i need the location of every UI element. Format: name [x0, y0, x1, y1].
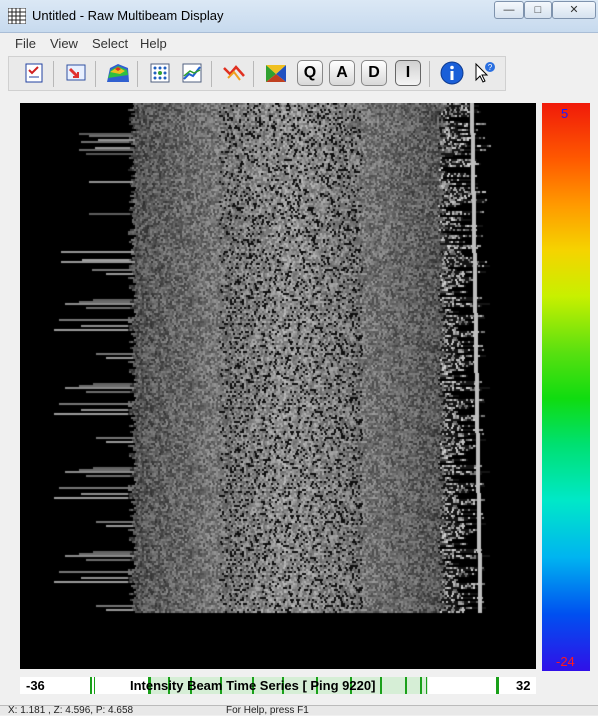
- grid-icon[interactable]: [147, 60, 173, 86]
- menu-file[interactable]: File: [15, 36, 36, 51]
- tracking-icon[interactable]: [221, 60, 247, 86]
- window-title: Untitled - Raw Multibeam Display: [32, 8, 224, 23]
- import-icon[interactable]: [63, 60, 89, 86]
- menu-bar: File View Select Help: [0, 33, 598, 53]
- intensity-image: [20, 103, 536, 669]
- title-bar: Untitled - Raw Multibeam Display — □ ✕: [0, 0, 598, 33]
- profile-chart-icon[interactable]: [179, 60, 205, 86]
- scale-max-label: 5: [561, 106, 569, 121]
- app-grid-icon: [8, 8, 26, 24]
- scale-min-label: -24: [556, 654, 575, 669]
- display-title: Intensity Beam Time Series [ Ping 9220]: [130, 678, 376, 693]
- pointer-help-icon[interactable]: ?: [471, 60, 497, 86]
- maximize-button[interactable]: □: [524, 1, 552, 19]
- minimize-button[interactable]: —: [494, 1, 524, 19]
- axis-min-label: -36: [26, 678, 45, 693]
- color-scale-bar: [542, 103, 590, 671]
- menu-help[interactable]: Help: [140, 36, 167, 51]
- i-button[interactable]: I: [395, 60, 421, 86]
- a-button[interactable]: A: [329, 60, 355, 86]
- axis-max-label: 32: [516, 678, 531, 693]
- menu-view[interactable]: View: [50, 36, 78, 51]
- menu-select[interactable]: Select: [92, 36, 128, 51]
- q-button[interactable]: Q: [297, 60, 323, 86]
- status-coordinates: X: 1.181 , Z: 4.596, P: 4.658: [8, 705, 134, 716]
- info-icon[interactable]: [439, 60, 465, 86]
- beam-time-series-display[interactable]: [20, 103, 536, 669]
- close-button[interactable]: ✕: [552, 1, 596, 19]
- toolbar: Q A D I ?: [8, 56, 506, 91]
- svg-text:?: ?: [488, 63, 493, 72]
- terrain-color-icon[interactable]: [105, 60, 131, 86]
- d-button[interactable]: D: [361, 60, 387, 86]
- checklist-icon[interactable]: [21, 60, 47, 86]
- status-help-text: For Help, press F1: [226, 705, 309, 716]
- pyramid-icon[interactable]: [263, 60, 289, 86]
